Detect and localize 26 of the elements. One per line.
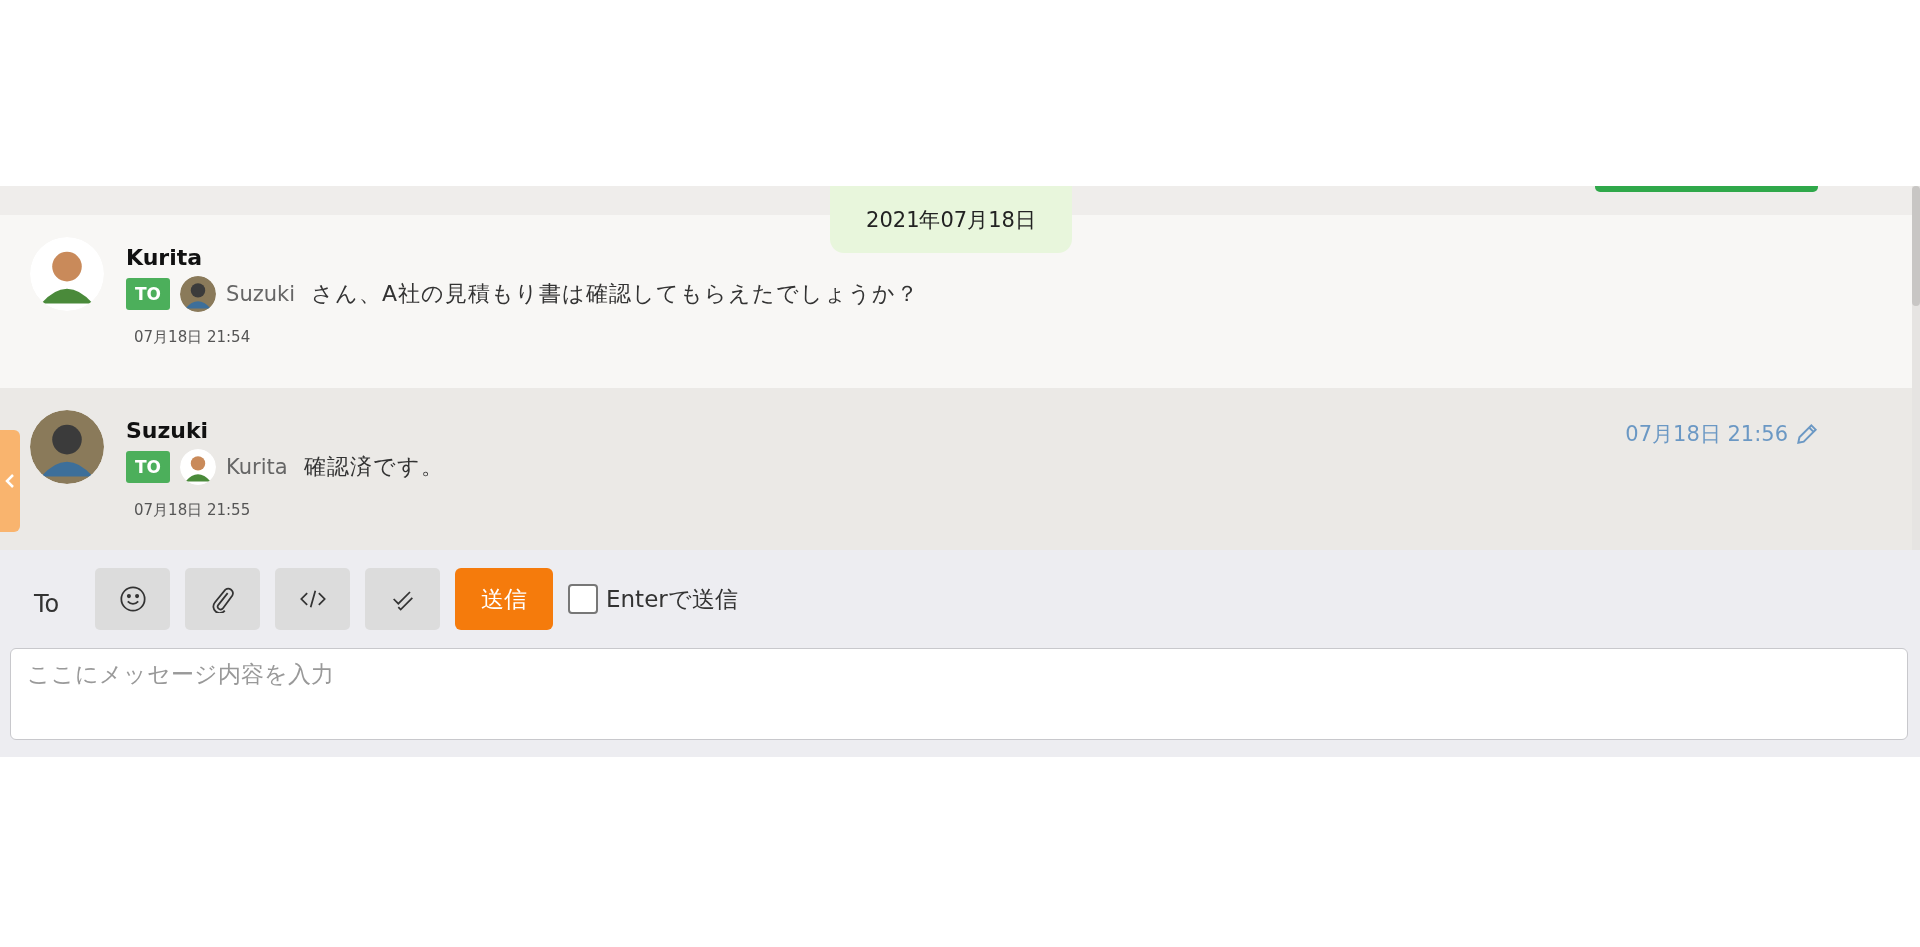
- recipient-name: Kurita: [226, 455, 288, 479]
- timestamp: 07月18日 21:54: [134, 328, 252, 347]
- attach-button[interactable]: [185, 568, 260, 630]
- message-input[interactable]: ここにメッセージ内容を入力: [10, 648, 1908, 740]
- sender-name: Suzuki: [126, 418, 210, 443]
- emoji-button[interactable]: [95, 568, 170, 630]
- message-text: さん、A社の見積もり書は確認してもらえたでしょうか？: [311, 280, 920, 308]
- side-panel-toggle[interactable]: [0, 430, 20, 532]
- avatar: [180, 449, 217, 485]
- smiley-icon: [118, 585, 147, 613]
- code-button[interactable]: [275, 568, 350, 630]
- message-text: 確認済です。: [303, 453, 444, 481]
- avatar: [180, 276, 217, 312]
- checkbox[interactable]: [568, 584, 598, 614]
- checkbox-label[interactable]: Enterで送信: [606, 583, 738, 615]
- check-button[interactable]: [365, 568, 440, 630]
- chevron-left-icon: [4, 473, 16, 489]
- edited-timestamp: 07月18日 21:56: [1625, 421, 1788, 448]
- to-badge: TO: [126, 451, 171, 483]
- sender-name: Kurita: [126, 245, 204, 270]
- scrollbar[interactable]: [1912, 186, 1920, 550]
- to-label[interactable]: To: [10, 580, 80, 618]
- recipient-name: Suzuki: [226, 282, 296, 306]
- to-badge: TO: [126, 278, 171, 310]
- pencil-icon[interactable]: [1794, 421, 1820, 447]
- timestamp: 07月18日 21:55: [134, 501, 252, 520]
